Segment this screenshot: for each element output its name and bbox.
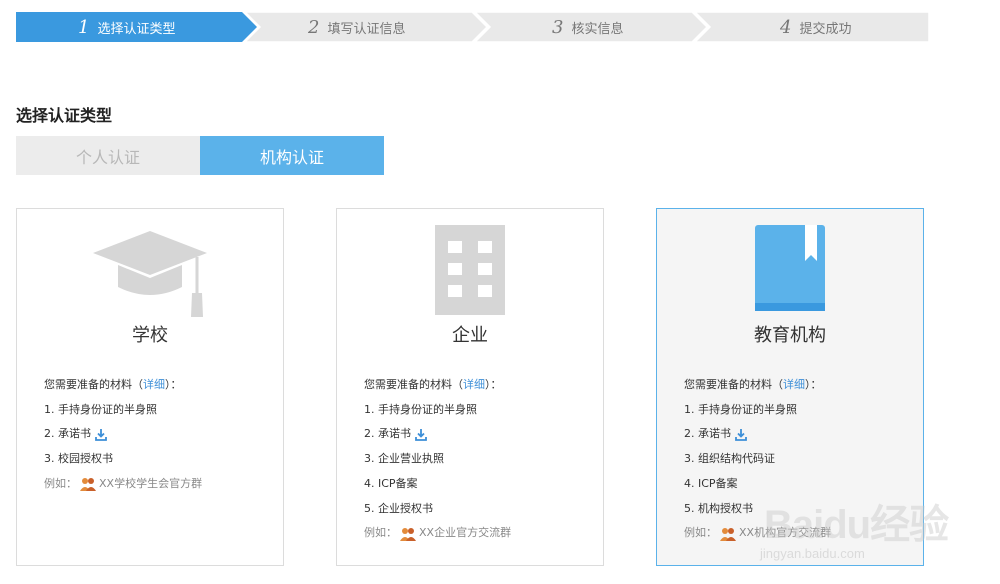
list-item: 1. 手持身份证的半身照 bbox=[364, 402, 477, 416]
materials-list: 您需要准备的材料（ 详细）： 1. 手持身份证的半身照 2. 承诺书 3. 校园授… bbox=[44, 373, 202, 497]
example-group: XX学校学生会官方群 bbox=[99, 476, 203, 490]
list-item: 3. 组织结构代码证 bbox=[684, 452, 775, 466]
step-number: 3 bbox=[552, 16, 564, 38]
step-number: 1 bbox=[78, 16, 90, 38]
example-line: 例如： XX机构官方交流群 bbox=[684, 521, 831, 546]
book-icon bbox=[755, 225, 825, 311]
group-icon bbox=[720, 527, 736, 541]
example-line: 例如： XX学校学生会官方群 bbox=[44, 472, 202, 497]
building-icon bbox=[435, 225, 505, 315]
group-icon bbox=[80, 478, 96, 492]
materials-heading: 您需要准备的材料（ 详细）： bbox=[684, 373, 831, 398]
list-item: 4. ICP备案 bbox=[364, 476, 418, 490]
step-2: 2 填写认证信息 bbox=[308, 12, 405, 42]
step-4: 4 提交成功 bbox=[780, 12, 851, 42]
materials-heading: 您需要准备的材料（ 详细）： bbox=[364, 373, 511, 398]
card-title: 教育机构 bbox=[754, 325, 826, 346]
example-group: XX企业官方交流群 bbox=[419, 526, 512, 540]
card-enterprise[interactable]: 企业 您需要准备的材料（ 详细）： 1. 手持身份证的半身照 2. 承诺书 3. … bbox=[336, 208, 604, 566]
download-icon[interactable] bbox=[95, 428, 107, 441]
step-1: 1 选择认证类型 bbox=[78, 12, 175, 42]
list-item: 2. 承诺书 bbox=[44, 422, 202, 447]
materials-list: 您需要准备的材料（ 详细）： 1. 手持身份证的半身照 2. 承诺书 3. 组织结… bbox=[684, 373, 831, 546]
card-title: 学校 bbox=[132, 325, 168, 346]
list-item: 5. 企业授权书 bbox=[364, 501, 433, 515]
detail-link[interactable]: 详细 bbox=[783, 373, 805, 398]
download-icon[interactable] bbox=[415, 428, 427, 441]
list-item: 2. 承诺书 bbox=[364, 422, 511, 447]
step-number: 4 bbox=[780, 16, 792, 38]
step-label: 选择认证类型 bbox=[97, 21, 176, 37]
list-item: 3. 企业营业执照 bbox=[364, 452, 444, 466]
step-3: 3 核实信息 bbox=[552, 12, 623, 42]
list-item: 2. 承诺书 bbox=[684, 422, 831, 447]
list-item: 5. 机构授权书 bbox=[684, 501, 753, 515]
materials-heading: 您需要准备的材料（ 详细）： bbox=[44, 373, 202, 398]
list-item: 1. 手持身份证的半身照 bbox=[684, 402, 797, 416]
list-item: 4. ICP备案 bbox=[684, 476, 738, 490]
list-item: 3. 校园授权书 bbox=[44, 452, 113, 466]
step-label: 核实信息 bbox=[571, 21, 624, 37]
tab-personal-auth[interactable]: 个人认证 bbox=[16, 136, 200, 175]
card-school[interactable]: 学校 您需要准备的材料（ 详细）： 1. 手持身份证的半身照 2. 承诺书 3. … bbox=[16, 208, 284, 566]
group-icon bbox=[400, 527, 416, 541]
step-label: 提交成功 bbox=[799, 21, 852, 37]
materials-list: 您需要准备的材料（ 详细）： 1. 手持身份证的半身照 2. 承诺书 3. 企业营… bbox=[364, 373, 511, 546]
detail-link[interactable]: 详细 bbox=[143, 373, 165, 398]
tab-organization-auth[interactable]: 机构认证 bbox=[200, 136, 384, 175]
detail-link[interactable]: 详细 bbox=[463, 373, 485, 398]
card-education-institution[interactable]: 教育机构 您需要准备的材料（ 详细）： 1. 手持身份证的半身照 2. 承诺书 3… bbox=[656, 208, 924, 566]
download-icon[interactable] bbox=[735, 428, 747, 441]
graduation-cap-icon bbox=[93, 231, 207, 317]
section-title: 选择认证类型 bbox=[16, 106, 113, 125]
card-title: 企业 bbox=[452, 325, 488, 346]
progress-steps: 1 选择认证类型 2 填写认证信息 3 核实信息 4 提交成功 bbox=[16, 12, 929, 42]
step-number: 2 bbox=[308, 16, 320, 38]
step-label: 填写认证信息 bbox=[327, 21, 406, 37]
example-group: XX机构官方交流群 bbox=[739, 526, 832, 540]
list-item: 1. 手持身份证的半身照 bbox=[44, 402, 157, 416]
example-line: 例如： XX企业官方交流群 bbox=[364, 521, 511, 546]
